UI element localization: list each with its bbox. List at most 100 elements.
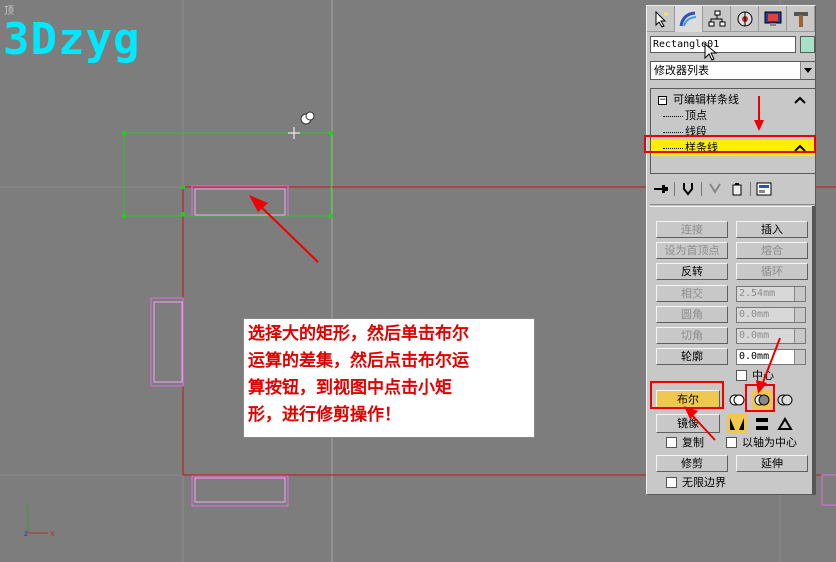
arrow-to-rectangle-icon (249, 195, 319, 263)
cycle-button[interactable]: 循环 (736, 263, 808, 280)
trim-button[interactable]: 修剪 (656, 455, 728, 472)
spinner-arrows-icon[interactable] (794, 287, 805, 301)
configure-sets-button[interactable] (753, 179, 775, 199)
note-line-3: 算按钮，到视图中点击小矩 (248, 378, 452, 398)
boolean-button[interactable]: 布尔 (656, 390, 720, 409)
pin-stack-button[interactable] (650, 179, 672, 199)
center-label: 中心 (752, 369, 774, 382)
infinite-bounds-label: 无限边界 (682, 476, 726, 489)
create-icon (655, 10, 668, 28)
fillet-button[interactable]: 圆角 (656, 306, 728, 323)
spinner-arrows-icon[interactable] (794, 350, 805, 364)
configure-icon (756, 182, 772, 196)
boolean-union-button[interactable] (727, 390, 747, 409)
axis-tripod-icon: y x z (24, 502, 55, 538)
make-unique-button[interactable] (704, 179, 726, 199)
tab-modify[interactable] (675, 6, 703, 32)
instruction-note: 选择大的矩形，然后单击布尔 运算的差集，然后点击布尔运 算按钮，到视图中点击小矩… (243, 318, 535, 438)
remove-modifier-button[interactable] (726, 179, 748, 199)
intersect-icon (777, 394, 793, 405)
hierarchy-icon (708, 10, 725, 26)
stack-item-vertex[interactable]: 顶点 (651, 108, 815, 124)
subtract-icon (754, 394, 770, 405)
note-line-1: 选择大的矩形，然后单击布尔 (248, 324, 469, 344)
dropdown-arrow[interactable] (800, 62, 815, 79)
stack-toolbar (650, 178, 815, 200)
mirror-vertical-button[interactable] (752, 414, 772, 433)
center-checkbox[interactable] (736, 370, 747, 381)
fillet-value: 0.0mm (739, 309, 770, 320)
watermark: 3Dzyg (3, 14, 141, 65)
insert-button[interactable]: 插入 (736, 221, 808, 238)
chamfer-spinner[interactable]: 0.0mm (736, 328, 806, 344)
outline-value: 0.0mm (739, 351, 770, 362)
copy-label: 复制 (682, 436, 704, 449)
object-name-input[interactable]: Rectangle01 (650, 36, 796, 53)
chevron-down-icon (804, 67, 812, 73)
end-result-icon (683, 183, 693, 196)
modifier-list-label: 修改器列表 (654, 64, 709, 77)
mirror-horizontal-icon (730, 417, 744, 430)
fillet-spinner[interactable]: 0.0mm (736, 307, 806, 323)
stack-item-segment[interactable]: 线段 (651, 124, 815, 140)
object-color-swatch[interactable] (800, 36, 815, 53)
tab-motion[interactable] (731, 6, 759, 32)
stack-item-editable-spline[interactable]: − 可编辑样条线 (651, 92, 815, 108)
axis-x-label: x (50, 529, 55, 538)
infinite-bounds-checkbox[interactable] (666, 477, 677, 488)
cross-insert-button[interactable]: 相交 (656, 285, 728, 302)
boolean-subtract-button[interactable] (752, 390, 772, 409)
utilities-icon (793, 11, 808, 27)
about-pivot-label: 以轴为中心 (742, 436, 797, 449)
outline-button[interactable]: 轮廓 (656, 348, 728, 365)
mirror-both-button[interactable] (775, 414, 795, 433)
chamfer-value: 0.0mm (739, 330, 770, 341)
stack-spline-label: 样条线 (685, 141, 718, 154)
tab-create[interactable] (647, 6, 675, 32)
pin-icon (654, 185, 668, 193)
motion-icon (737, 11, 752, 26)
chamfer-button[interactable]: 切角 (656, 327, 728, 344)
rollout-divider (650, 204, 815, 207)
trash-icon (732, 183, 742, 196)
connect-button[interactable]: 连接 (656, 221, 728, 238)
union-icon (729, 394, 745, 405)
mirror-vertical-icon (756, 417, 768, 430)
outline-spinner[interactable]: 0.0mm (736, 349, 806, 365)
reverse-button[interactable]: 反转 (656, 263, 728, 280)
boolean-cursor-icon (288, 111, 315, 139)
chevron-up-icon (794, 144, 806, 152)
make-first-button[interactable]: 设为首顶点 (656, 242, 728, 259)
cross-insert-spinner[interactable]: 2.54mm (736, 286, 806, 302)
axis-y-label: y (25, 502, 30, 511)
collapse-icon[interactable]: − (658, 96, 667, 105)
spinner-arrows-icon[interactable] (794, 329, 805, 343)
mirror-button[interactable]: 镜像 (656, 414, 720, 433)
extend-button[interactable]: 延伸 (736, 455, 808, 472)
tab-hierarchy[interactable] (703, 6, 731, 32)
show-end-result-button[interactable] (677, 179, 699, 199)
chevron-up-icon (794, 96, 806, 104)
stack-segment-label: 线段 (685, 125, 707, 138)
about-pivot-checkbox[interactable] (726, 437, 737, 448)
axis-z-label: z (24, 529, 28, 538)
stack-root-label: 可编辑样条线 (673, 93, 739, 106)
mirror-horizontal-button[interactable] (727, 414, 747, 433)
boolean-intersect-button[interactable] (775, 390, 795, 409)
modify-icon (679, 11, 696, 27)
small-rectangle[interactable] (122, 131, 333, 218)
panel-scrollbar[interactable] (812, 206, 815, 494)
fuse-button[interactable]: 熔合 (736, 242, 808, 259)
stack-item-spline[interactable]: 样条线 (651, 140, 815, 156)
tab-display[interactable] (759, 6, 787, 32)
note-line-2: 运算的差集，然后点击布尔运 (248, 351, 469, 371)
panel-tabs (647, 6, 815, 32)
note-line-4: 形，进行修剪操作！ (248, 405, 401, 425)
copy-checkbox[interactable] (666, 437, 677, 448)
spinner-arrows-icon[interactable] (794, 308, 805, 322)
cross-insert-value: 2.54mm (739, 288, 776, 299)
make-unique-icon (709, 183, 721, 194)
modifier-list-dropdown[interactable]: 修改器列表 (650, 61, 815, 80)
tab-utilities[interactable] (787, 6, 815, 32)
command-panel: Rectangle01 修改器列表 − 可编辑样条线 顶点 线段 样条线 连接 … (646, 5, 816, 495)
